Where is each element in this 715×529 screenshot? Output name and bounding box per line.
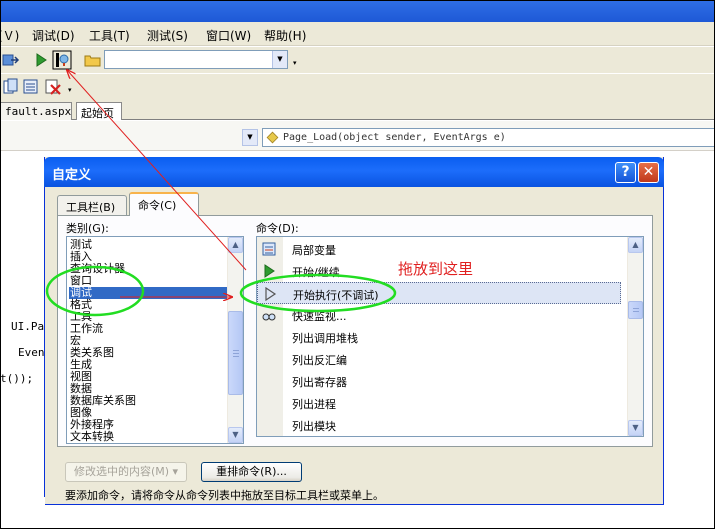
command-label: 列出反汇编 [292, 354, 347, 367]
instructions-text: 要添加命令，请将命令从命令列表中拖放至目标工具栏或菜单上。 [65, 489, 384, 502]
rearrange-commands-button[interactable]: 重排命令(R)... [201, 462, 302, 482]
list-item-selected[interactable]: 开始执行(不调试) [257, 282, 621, 304]
open-folder-icon[interactable] [84, 51, 102, 69]
tab-start-page[interactable]: 起始页 [76, 102, 122, 120]
ide-titlebar [0, 0, 715, 22]
command-label: 快速监视... [292, 310, 347, 323]
chevron-down-icon[interactable]: ▼ [272, 51, 287, 68]
clipboard-icon[interactable] [2, 78, 20, 96]
method-combo[interactable]: Page_Load(object sender, EventArgs e) [262, 128, 715, 147]
scroll-down-icon[interactable]: ▼ [228, 427, 243, 443]
command-label: 列出调用堆栈 [292, 332, 358, 345]
command-label: 开始/继续 [292, 266, 340, 279]
method-combo-text: Page_Load(object sender, EventArgs e) [283, 132, 506, 143]
start-debug-icon[interactable] [32, 51, 50, 69]
locals-icon [262, 242, 276, 256]
categories-list[interactable]: 测试 插入 查询设计器 窗口 调试 格式 工具 工作流 宏 类关系图 生成 视图… [66, 236, 244, 444]
annotation-text: 拖放到这里 [398, 260, 474, 278]
commands-scrollbar[interactable]: ▲ ▼ [627, 237, 643, 436]
list-item[interactable]: 列出反汇编 [257, 348, 621, 370]
tab-default-aspx[interactable]: fault.aspx [0, 102, 72, 120]
close-button[interactable]: ✕ [638, 162, 659, 183]
menu-tools[interactable]: 工具(T) [89, 27, 130, 44]
scroll-up-icon[interactable]: ▲ [628, 237, 643, 253]
document-tabs: fault.aspx 起始页 [0, 100, 715, 120]
customize-dialog: 自定义 ? ✕ 工具栏(B) 类别(G): 测试 插入 查询设计器 窗口 调试 … [44, 157, 664, 505]
categories-scrollbar[interactable]: ▲ ▼ [227, 237, 243, 443]
code-fragment: UI.Pa [11, 320, 45, 333]
list-item-selected[interactable]: 调试 [69, 287, 227, 299]
menu-help[interactable]: 帮助(H) [264, 27, 306, 44]
scroll-thumb[interactable] [628, 301, 643, 319]
menubar: (Ｖ) 调试(D) 工具(T) 测试(S) 窗口(W) 帮助(H) [0, 22, 715, 46]
play-icon [262, 264, 276, 278]
properties-icon[interactable] [22, 78, 40, 96]
list-item[interactable]: 生成 [69, 359, 229, 371]
dialog-titlebar[interactable]: 自定义 ? ✕ [44, 157, 664, 187]
menu-view[interactable]: (Ｖ) [0, 27, 19, 44]
command-label: 开始执行(不调试) [293, 289, 379, 302]
navigate-icon[interactable] [2, 51, 20, 69]
find-combo[interactable]: ▼ [104, 50, 288, 69]
scroll-thumb[interactable] [228, 311, 243, 395]
debug-toolbar: ▾ [0, 74, 715, 100]
glasses-icon [262, 308, 276, 322]
list-item[interactable]: 文本转换 [69, 431, 229, 443]
list-item[interactable]: 快速监视... [257, 304, 621, 326]
tab-toolbars[interactable]: 工具栏(B) [57, 195, 127, 215]
list-item[interactable]: 查询设计器 [69, 263, 229, 275]
modify-selection-button[interactable]: 修改选中的内容(M) ▾ [65, 462, 187, 482]
list-item[interactable]: 列出寄存器 [257, 370, 621, 392]
editor-navigation-bar: ▼ Page_Load(object sender, EventArgs e) [0, 121, 715, 151]
command-label: 列出模块 [292, 420, 336, 433]
menu-debug[interactable]: 调试(D) [32, 27, 75, 44]
list-item[interactable]: 工作流 [69, 323, 229, 335]
list-item[interactable]: 窗口 [69, 275, 229, 287]
scroll-down-icon[interactable]: ▼ [628, 420, 643, 436]
attach-process-icon[interactable] [52, 50, 72, 70]
list-item[interactable]: 列出模块 [257, 414, 621, 436]
standard-toolbar: ▼ ▾ [0, 47, 715, 73]
list-item[interactable]: 测试 [69, 239, 229, 251]
toolbar-options-icon[interactable]: ▾ [68, 86, 72, 94]
menu-test[interactable]: 测试(S) [147, 27, 188, 44]
list-item[interactable]: 格式 [69, 299, 229, 311]
scroll-up-icon[interactable]: ▲ [228, 237, 243, 253]
toolbar-options-icon[interactable]: ▾ [293, 59, 297, 67]
chevron-down-icon[interactable]: ▼ [242, 129, 258, 146]
dialog-title: 自定义 [52, 168, 92, 183]
delete-icon[interactable] [44, 78, 62, 96]
menu-window[interactable]: 窗口(W) [206, 27, 251, 44]
list-item[interactable]: 类关系图 [69, 347, 229, 359]
commands-tab-panel: 类别(G): 测试 插入 查询设计器 窗口 调试 格式 工具 工作流 宏 类关系… [57, 215, 653, 447]
list-item[interactable]: 列出调用堆栈 [257, 326, 621, 348]
list-item[interactable]: 数据库关系图 [69, 395, 229, 407]
list-item[interactable]: 列出进程 [257, 392, 621, 414]
method-icon [266, 131, 279, 144]
code-fragment: t()); [0, 372, 34, 385]
list-item[interactable]: 局部变量 [257, 238, 621, 260]
commands-label: 命令(D): [256, 222, 299, 235]
play-outline-icon [263, 286, 277, 302]
help-button[interactable]: ? [615, 162, 636, 183]
command-label: 列出进程 [292, 398, 336, 411]
command-label: 列出寄存器 [292, 376, 347, 389]
categories-label: 类别(G): [66, 222, 109, 235]
tab-commands[interactable]: 命令(C) [129, 192, 199, 216]
command-label: 局部变量 [292, 244, 336, 257]
list-item[interactable]: 视图 [69, 371, 229, 383]
editor-margin [0, 497, 45, 529]
